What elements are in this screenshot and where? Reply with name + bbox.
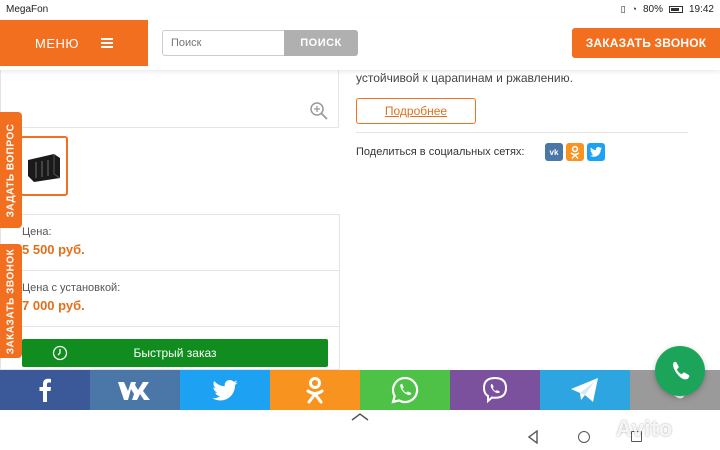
quick-order-button[interactable]: Быстрый заказ: [22, 339, 328, 367]
price-value: 5 500 руб.: [22, 242, 85, 257]
share-icons: vk: [545, 143, 605, 161]
viber-share-button[interactable]: [450, 370, 540, 410]
share-label: Поделиться в социальных сетях:: [356, 146, 525, 158]
page-root: MegaFon ▯ ◔ 80% 19:42 МЕНЮ ПОИСК ЗАКАЗАТ…: [0, 0, 720, 450]
order-call-label: ЗАКАЗАТЬ ЗВОНОК: [5, 248, 17, 354]
odnoklassniki-share-button[interactable]: [270, 370, 360, 410]
site-header: МЕНЮ ПОИСК ЗАКАЗАТЬ ЗВОНОК: [0, 18, 720, 70]
product-thumbnail[interactable]: [20, 136, 68, 196]
menu-label: МЕНЮ: [34, 35, 80, 51]
whatsapp-share-button[interactable]: [360, 370, 450, 410]
wifi-icon: ◔: [631, 4, 637, 14]
clock: 19:42: [688, 3, 714, 15]
viber-icon: [482, 376, 508, 404]
twitter-icon: [212, 379, 238, 400]
more-button[interactable]: Подробнее: [356, 98, 476, 124]
install-price-value: 7 000 руб.: [22, 298, 85, 313]
install-price-row: Цена с установкой: 7 000 руб.: [22, 282, 120, 313]
quick-order-label: Быстрый заказ: [133, 346, 217, 360]
search-input[interactable]: [162, 30, 284, 56]
chevron-up-icon[interactable]: [350, 412, 370, 422]
ask-question-label: ЗАДАТЬ ВОПРОС: [5, 123, 17, 217]
battery-percent: 80%: [642, 3, 663, 15]
home-icon[interactable]: [578, 431, 590, 443]
odnoklassniki-icon[interactable]: [566, 143, 584, 161]
avito-watermark: Avito: [616, 416, 673, 441]
vk-icon[interactable]: vk: [545, 143, 563, 161]
zoom-in-icon[interactable]: [309, 101, 329, 121]
menu-button[interactable]: МЕНЮ: [0, 20, 148, 66]
price-label: Цена:: [22, 226, 52, 238]
hamburger-icon: [101, 38, 114, 48]
more-button-label: Подробнее: [384, 104, 448, 118]
phone-icon: [673, 361, 690, 380]
telegram-icon: [571, 378, 598, 402]
social-share-bar: [0, 370, 720, 410]
call-floating-button[interactable]: [655, 346, 705, 396]
search-form: ПОИСК: [162, 30, 358, 56]
status-indicators: ▯ ◔ 80% 19:42: [621, 4, 714, 15]
thumbnail-image: [28, 154, 61, 182]
battery-icon: [668, 5, 683, 13]
telegram-share-button[interactable]: [540, 370, 630, 410]
price-divider: [0, 326, 340, 327]
price-row: Цена: 5 500 руб.: [22, 226, 85, 257]
facebook-share-button[interactable]: [0, 370, 90, 410]
facebook-icon: [39, 378, 51, 402]
section-divider: [356, 132, 688, 133]
vibrate-icon: ▯: [620, 3, 626, 14]
carrier-name: MegaFon: [6, 3, 49, 15]
odnoklassniki-icon: [306, 377, 324, 404]
order-call-tab[interactable]: ЗАКАЗАТЬ ЗВОНОК: [0, 244, 22, 358]
install-price-label: Цена с установкой:: [22, 282, 121, 294]
timer-icon: [52, 345, 68, 361]
vk-icon: [118, 382, 150, 400]
twitter-share-button[interactable]: [180, 370, 270, 410]
twitter-icon[interactable]: [587, 143, 605, 161]
ask-question-tab[interactable]: ЗАДАТЬ ВОПРОС: [0, 112, 22, 228]
whatsapp-icon: [391, 376, 419, 404]
search-button[interactable]: ПОИСК: [284, 30, 358, 56]
order-call-button[interactable]: ЗАКАЗАТЬ ЗВОНОК: [572, 28, 720, 58]
price-divider: [0, 270, 340, 271]
vk-share-button[interactable]: [90, 370, 180, 410]
back-icon[interactable]: [527, 430, 539, 444]
status-bar: MegaFon ▯ ◔ 80% 19:42: [0, 0, 720, 18]
product-description: устойчивой к царапинам и ржавлению.: [356, 71, 573, 85]
